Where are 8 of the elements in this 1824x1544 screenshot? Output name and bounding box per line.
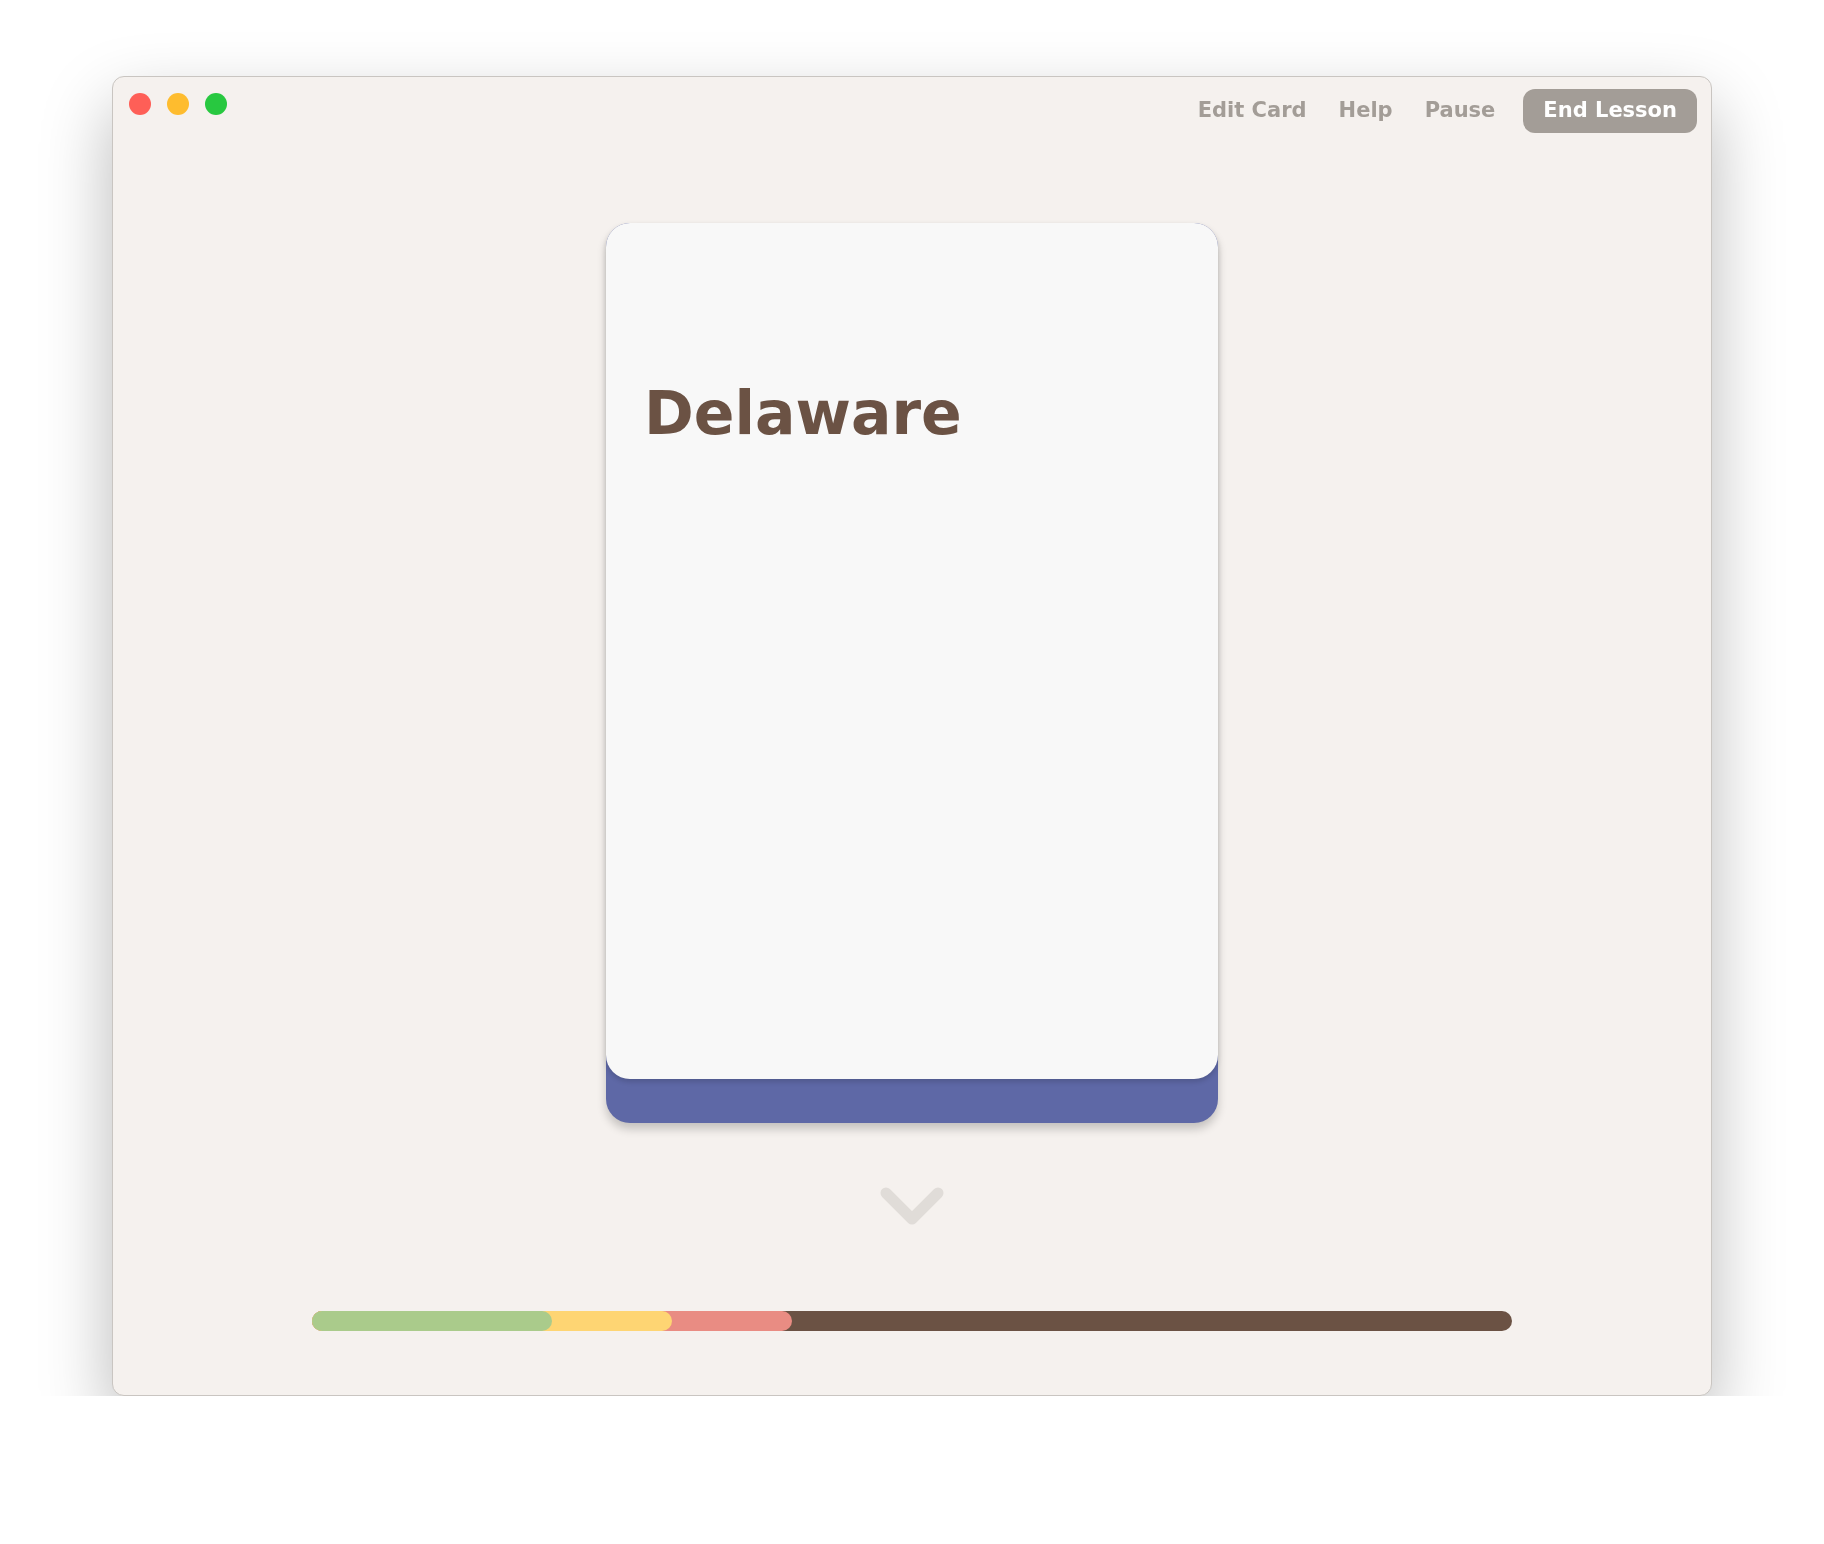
toolbar-link[interactable]: Pause	[1420, 89, 1500, 133]
end-lesson-button[interactable]: End Lesson	[1523, 89, 1697, 133]
zoom-button[interactable]	[205, 93, 227, 115]
card-text: Delaware	[644, 383, 963, 443]
toolbar-link[interactable]: Help	[1334, 89, 1397, 133]
minimize-button[interactable]	[167, 93, 189, 115]
toolbar-link[interactable]: Edit Card	[1193, 89, 1311, 133]
close-button[interactable]	[129, 93, 151, 115]
